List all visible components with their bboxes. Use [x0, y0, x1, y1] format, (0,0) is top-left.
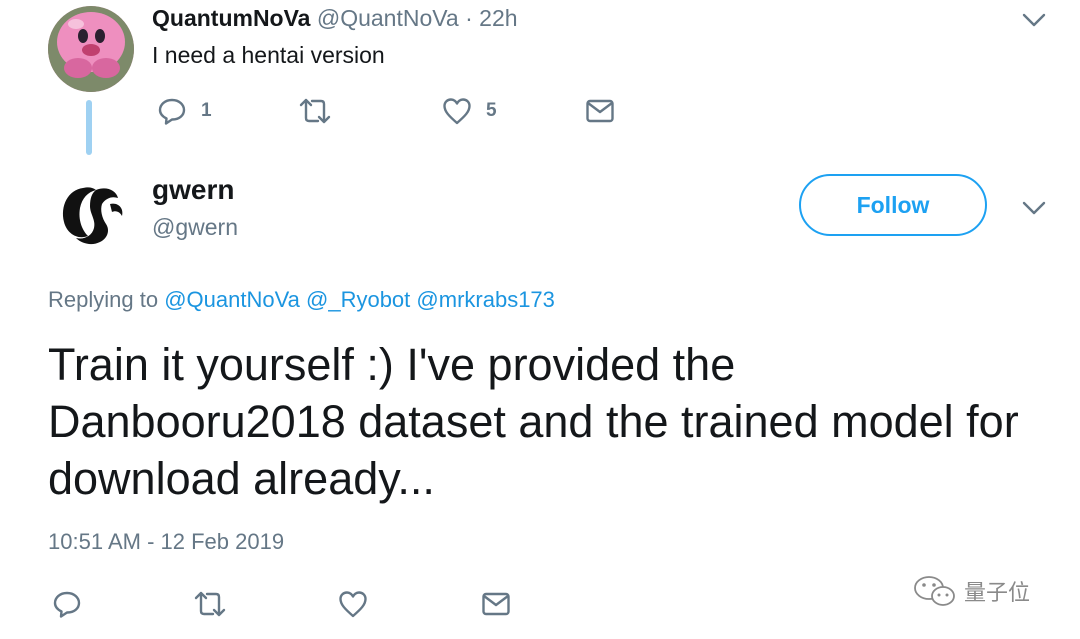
retweet-icon	[194, 591, 226, 617]
reply-header: QuantumNoVa @QuantNoVa · 22h	[152, 5, 518, 32]
retweet-icon	[299, 98, 331, 124]
like-icon	[339, 591, 367, 618]
reply-icon	[53, 591, 81, 618]
watermark-text: 量子位	[964, 581, 1031, 606]
like-action[interactable]: 5	[442, 96, 497, 126]
like-icon	[443, 98, 471, 125]
tweet-text: Train it yourself :) I've provided the D…	[48, 339, 1019, 504]
chevron-down-icon[interactable]	[1021, 12, 1047, 28]
reply-icon	[158, 98, 186, 125]
retweet-action[interactable]	[193, 589, 227, 619]
replying-to-line: Replying to @QuantNoVa @_Ryobot @mrkrabs…	[48, 287, 555, 313]
reply-action[interactable]	[52, 589, 82, 619]
like-count: 5	[486, 100, 497, 121]
watermark: 量子位	[912, 574, 1030, 608]
like-action[interactable]	[338, 589, 368, 619]
message-icon	[586, 99, 614, 123]
author-display-name[interactable]: gwern	[152, 174, 234, 206]
message-icon	[482, 592, 510, 616]
reply-time[interactable]: 22h	[479, 5, 517, 31]
mention-link[interactable]: @_Ryobot	[306, 287, 410, 312]
reply-handle[interactable]: @QuantNoVa	[317, 5, 459, 31]
reply-text: I need a hentai version	[152, 42, 385, 68]
avatar[interactable]	[48, 6, 134, 92]
author-handle[interactable]: @gwern	[152, 214, 238, 241]
chevron-down-icon[interactable]	[1021, 200, 1047, 216]
reply-count: 1	[201, 100, 212, 121]
reply-separator: ·	[465, 5, 473, 31]
reply-action[interactable]: 1	[157, 96, 212, 126]
mention-link[interactable]: @QuantNoVa	[164, 287, 300, 312]
reply-display-name[interactable]: QuantumNoVa	[152, 5, 310, 31]
avatar[interactable]	[50, 168, 136, 254]
tweet-timestamp[interactable]: 10:51 AM - 12 Feb 2019	[48, 529, 284, 555]
retweet-action[interactable]	[298, 96, 332, 126]
wechat-logo-icon	[914, 576, 955, 606]
replying-prefix: Replying to	[48, 287, 159, 312]
follow-button[interactable]: Follow	[799, 174, 987, 236]
thread-line	[86, 100, 92, 155]
message-action[interactable]	[585, 97, 615, 125]
mention-link[interactable]: @mrkrabs173	[416, 287, 555, 312]
message-action[interactable]	[481, 590, 511, 618]
